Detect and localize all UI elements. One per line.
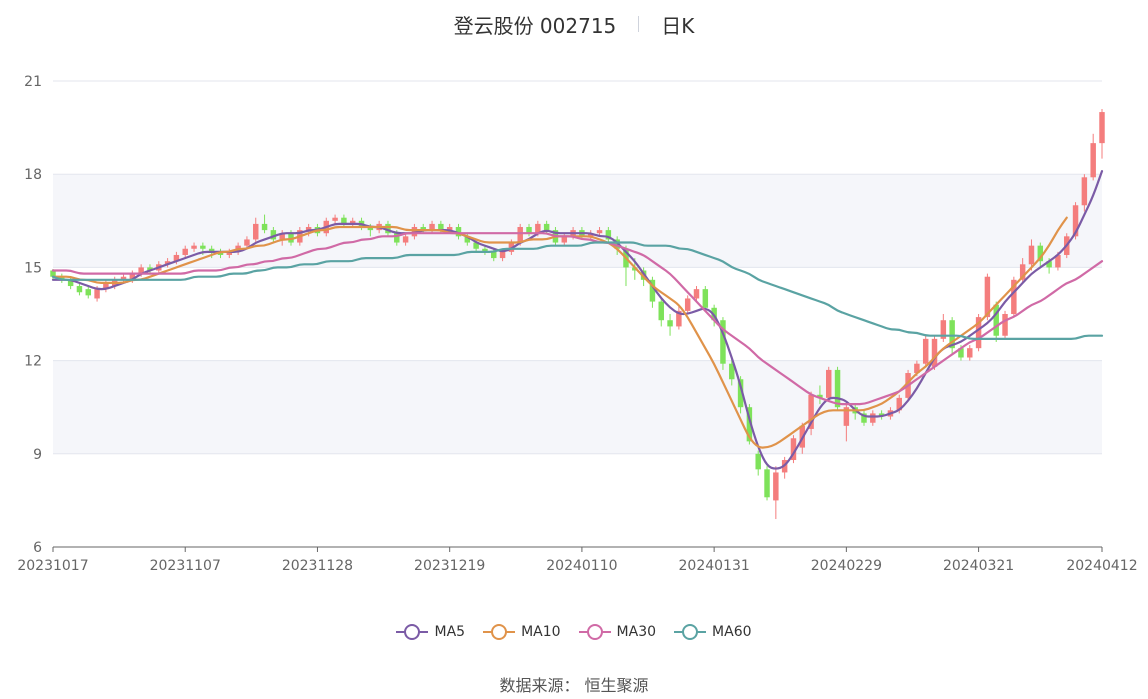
candle-body <box>1028 245 1035 265</box>
y-tick-label: 12 <box>24 354 42 370</box>
candle <box>967 345 973 361</box>
candle-body <box>702 289 709 308</box>
legend-label: MA10 <box>521 624 561 640</box>
candle <box>649 276 656 308</box>
candle-body <box>596 230 603 234</box>
candle <box>684 295 691 314</box>
candle-body <box>1090 143 1096 178</box>
legend-item-ma5[interactable]: MA5 <box>396 624 465 640</box>
candle-body <box>253 223 259 240</box>
x-tick-label: 20240131 <box>679 558 750 574</box>
candle-body <box>543 223 550 231</box>
legend-label: MA5 <box>434 624 466 640</box>
candle-body <box>499 251 506 259</box>
candle-body <box>191 245 197 249</box>
legend-circle-icon <box>483 624 516 640</box>
candle <box>1090 133 1096 181</box>
candle-body <box>922 338 929 364</box>
candle-body <box>1002 314 1008 336</box>
candle-body <box>182 248 188 255</box>
x-tick-label: 20240110 <box>546 558 617 574</box>
candle <box>667 314 673 336</box>
x-tick-label: 20231128 <box>282 558 353 574</box>
candle <box>1099 108 1105 159</box>
source-text: 数据来源： 恒生聚源 <box>499 676 649 695</box>
candle <box>975 314 982 352</box>
candle-body <box>825 369 832 398</box>
shaded-band-1 <box>53 174 1102 268</box>
legend-item-ma30[interactable]: MA30 <box>578 624 657 640</box>
candle-body <box>658 301 664 321</box>
x-tick-label: 20231017 <box>17 558 88 574</box>
candle-body <box>870 413 876 423</box>
candle-body <box>693 289 700 299</box>
candle <box>808 391 814 436</box>
candle-body <box>402 236 409 243</box>
candle-body <box>764 469 770 498</box>
candle <box>702 286 709 311</box>
candle <box>85 286 91 299</box>
x-axis: 20231017 20231107 20231128 20231219 20240110… <box>17 546 1138 574</box>
candle <box>658 298 664 327</box>
legend: MA5 MA10 MA30 MA60 <box>0 620 1148 644</box>
x-tick-label: 20240321 <box>943 558 1014 574</box>
candle-body <box>94 289 100 299</box>
candle <box>773 466 779 520</box>
candle <box>940 314 947 342</box>
candle <box>825 366 832 401</box>
candle-body <box>1099 112 1105 144</box>
x-tick-label: 20231107 <box>150 558 221 574</box>
candle-body <box>834 369 841 408</box>
candle-body <box>773 472 779 501</box>
candle-body <box>967 348 973 358</box>
page: 登云股份 002715 日K 6 9 12 15 18 21 20231017 202311… <box>0 0 1148 699</box>
candle-body <box>76 286 83 293</box>
candle-body <box>244 239 250 246</box>
legend-label: MA30 <box>616 624 657 640</box>
y-tick-label: 9 <box>33 447 42 463</box>
y-tick-label: 15 <box>24 260 42 276</box>
candle <box>103 279 109 293</box>
legend-label: MA60 <box>712 624 752 640</box>
candles <box>50 108 1105 520</box>
candle <box>764 466 770 501</box>
candle-body <box>1081 177 1088 206</box>
shaded-band-0 <box>53 360 1102 454</box>
candle-body <box>667 320 673 327</box>
x-tick-label: 20240229 <box>811 558 882 574</box>
candle <box>922 335 929 367</box>
y-tick-label: 21 <box>24 74 42 90</box>
kline-chart: 6912151821 20231017 20231107 20231128 20231… <box>17 74 1138 574</box>
legend-item-ma10[interactable]: MA10 <box>483 624 561 640</box>
y-axis: 6 9 12 15 18 21 <box>24 74 42 556</box>
candle <box>755 450 761 476</box>
candle-body <box>332 217 338 221</box>
y-tick-label: 6 <box>33 540 42 556</box>
legend-circle-icon <box>396 624 429 640</box>
candle-body <box>200 245 206 249</box>
candle <box>720 317 726 370</box>
y-tick-label: 18 <box>24 167 42 183</box>
candle-body <box>755 453 761 470</box>
candle <box>1002 310 1008 339</box>
candle-body <box>684 298 691 311</box>
legend-circle-icon <box>674 624 707 640</box>
candle-body <box>85 289 91 296</box>
candle <box>76 282 83 296</box>
candle-body <box>261 223 268 231</box>
candle-body <box>517 227 523 243</box>
shaded-bands <box>53 174 1102 454</box>
legend-item-ma60[interactable]: MA60 <box>674 624 752 640</box>
x-tick-label: 20231219 <box>414 558 485 574</box>
x-tick-label: 20240412 <box>1066 558 1137 574</box>
legend-circle-icon <box>578 624 611 640</box>
